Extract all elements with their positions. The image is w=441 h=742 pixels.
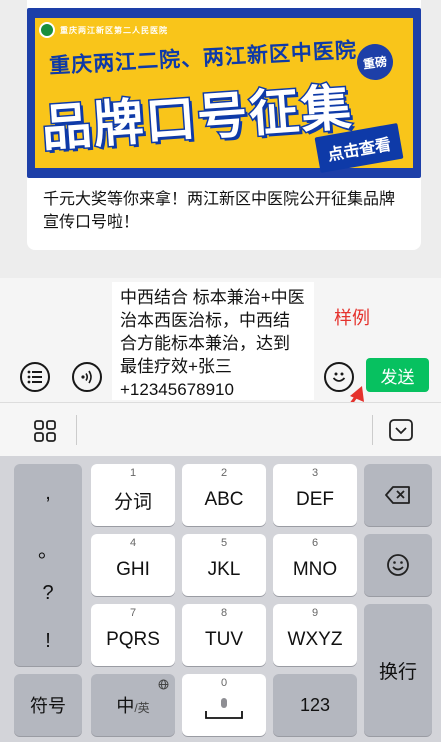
message-input[interactable]: 中西结合 标本兼治+中医治本西医治标，中西结合方能标本兼治，达到最佳疗效+张三+…: [112, 282, 314, 400]
lang-key-main: 中: [116, 696, 135, 716]
punctuation-period[interactable]: 。: [14, 534, 82, 563]
key-number: 3: [311, 467, 319, 479]
key-6[interactable]: 6 MNO: [273, 534, 357, 596]
key-label: JKL: [207, 559, 241, 580]
sample-annotation-label: 样例: [334, 308, 370, 328]
key-number: 4: [129, 537, 137, 549]
key-number: 7: [129, 607, 137, 619]
key-2[interactable]: 2 ABC: [182, 464, 266, 526]
key-label: TUV: [205, 629, 243, 650]
space-key[interactable]: 0: [182, 674, 266, 736]
space-key-number: 0: [220, 677, 228, 689]
article-caption[interactable]: 千元大奖等你来拿！两江新区中医院公开征集品牌宣传口号啦！: [43, 188, 409, 234]
hospital-logo-icon: [39, 22, 55, 38]
key-9[interactable]: 9 WXYZ: [273, 604, 357, 666]
send-button[interactable]: 发送: [366, 358, 429, 392]
key-number: 8: [220, 607, 228, 619]
keyboard: , 。 ? ! 1 分词 2 ABC 3 DEF 4 GHI 5 JKL 6 M…: [0, 456, 441, 742]
toolbar-divider: [372, 415, 373, 445]
key-number: 6: [311, 537, 319, 549]
key-5[interactable]: 5 JKL: [182, 534, 266, 596]
voice-icon[interactable]: [72, 362, 102, 392]
enter-key[interactable]: 换行: [364, 604, 432, 736]
key-7[interactable]: 7 PQRS: [91, 604, 175, 666]
key-1[interactable]: 1 分词: [91, 464, 175, 526]
key-4[interactable]: 4 GHI: [91, 534, 175, 596]
key-8[interactable]: 8 TUV: [182, 604, 266, 666]
key-number: 1: [129, 467, 137, 479]
key-label: GHI: [116, 559, 150, 580]
emoji-icon: [387, 554, 409, 576]
key-number: 9: [311, 607, 319, 619]
article-banner[interactable]: 重庆两江新区第二人民医院 重庆两江二院、两江新区中医院 重磅 品牌口号征集 点击…: [27, 8, 421, 178]
number-key[interactable]: 123: [273, 674, 357, 736]
article-card[interactable]: 重庆两江新区第二人民医院 重庆两江二院、两江新区中医院 重磅 品牌口号征集 点击…: [27, 0, 421, 250]
key-label: 分词: [113, 491, 152, 513]
punctuation-comma[interactable]: ,: [14, 482, 82, 505]
key-label: WXYZ: [287, 629, 343, 650]
emoji-key[interactable]: [364, 534, 432, 596]
symbol-key[interactable]: 符号: [14, 674, 82, 736]
toolbar-divider: [76, 415, 77, 445]
microphone-icon: [205, 698, 243, 719]
lang-key-sub: /英: [134, 700, 150, 715]
language-switch-key[interactable]: 中 /英: [91, 674, 175, 736]
keyboard-toolbar: [0, 402, 441, 456]
key-label: DEF: [296, 489, 334, 510]
message-input-bar: 中西结合 标本兼治+中医治本西医治标，中西结合方能标本兼治，达到最佳疗效+张三+…: [0, 278, 441, 402]
key-label: ABC: [204, 489, 244, 510]
key-3[interactable]: 3 DEF: [273, 464, 357, 526]
number-key-label: 123: [299, 694, 331, 715]
key-label: PQRS: [106, 629, 160, 650]
keyboard-collapse-icon[interactable]: [389, 419, 413, 441]
list-icon[interactable]: [20, 362, 50, 392]
hospital-name: 重庆两江新区第二人民医院: [60, 25, 168, 35]
key-number: 2: [220, 467, 228, 479]
backspace-key[interactable]: [364, 464, 432, 526]
punctuation-panel[interactable]: , 。 ? !: [14, 464, 82, 666]
key-number: 5: [220, 537, 228, 549]
punctuation-question[interactable]: ?: [14, 582, 82, 605]
grid-icon[interactable]: [34, 420, 56, 442]
key-label: MNO: [292, 559, 338, 580]
hospital-logo-row: 重庆两江新区第二人民医院: [39, 22, 168, 38]
punctuation-exclamation[interactable]: !: [14, 630, 82, 653]
enter-key-label: 换行: [378, 661, 417, 683]
backspace-icon: [385, 486, 410, 504]
chat-area: 重庆两江新区第二人民医院 重庆两江二院、两江新区中医院 重磅 品牌口号征集 点击…: [0, 0, 441, 278]
globe-icon: [158, 679, 169, 690]
symbol-key-label: 符号: [30, 696, 66, 716]
